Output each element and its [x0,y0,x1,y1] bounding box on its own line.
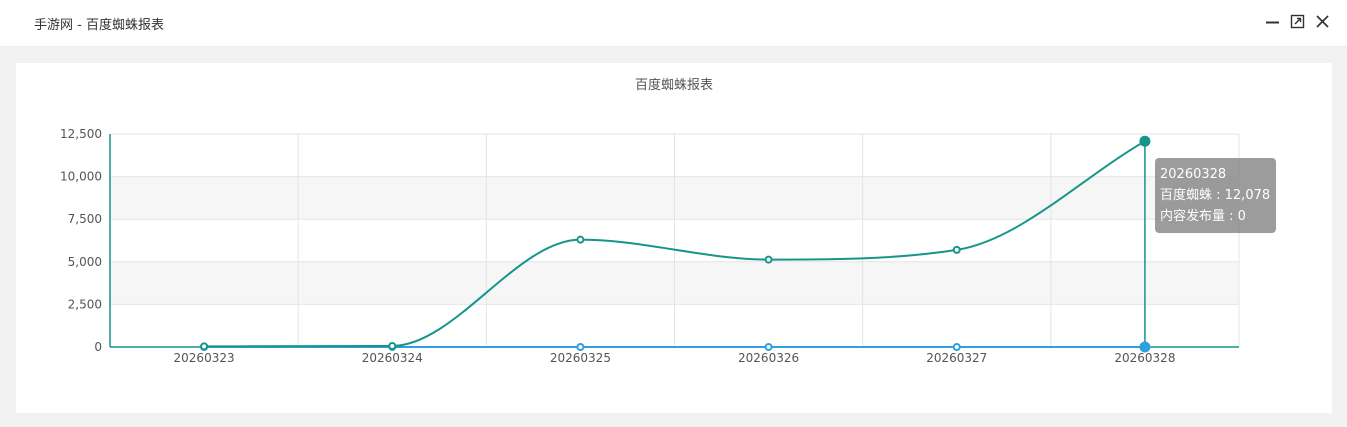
grid-lines [110,133,1240,348]
y-tick-label: 12,500 [60,127,102,141]
x-tick-label: 20260328 [1114,351,1175,365]
chart-panel: 0 2,500 5,000 7,500 10,000 12,500 20260323 2026… [16,63,1332,413]
y-tick-label: 7,500 [68,212,102,226]
tooltip-row-content: 内容发布量 : 0 [1160,209,1246,224]
series-1-point [952,343,961,351]
series-group [200,135,1151,353]
tick-labels: 0 2,500 5,000 7,500 10,000 12,500 20260323 2026… [60,127,1175,365]
x-tick-label: 20260323 [174,351,235,365]
series-0-point [952,245,961,254]
series-1-point [576,343,585,351]
series-1-point [1139,341,1151,353]
x-tick-label: 20260325 [550,351,611,365]
series-1-point [764,343,773,351]
window-title: 手游网 - 百度蜘蛛报表 [34,18,164,33]
series-0-point [388,341,397,350]
y-tick-label: 5,000 [68,255,102,269]
window-titlebar: 手游网 - 百度蜘蛛报表 [0,0,1347,47]
close-icon [1316,15,1329,28]
minimize-icon [1266,21,1279,24]
y-tick-label: 2,500 [68,297,102,311]
series-0-point [576,235,585,244]
tooltip-row-spider: 百度蜘蛛 : 12,078 [1160,188,1271,203]
chart-title: 百度蜘蛛报表 [635,77,713,93]
x-tick-label: 20260324 [362,351,423,365]
series-0-point [764,255,773,264]
chart-tooltip: 20260328 百度蜘蛛 : 12,078 内容发布量 : 0 [1155,158,1277,233]
tooltip-header: 20260328 [1160,167,1227,182]
x-tick-label: 20260326 [738,351,799,365]
y-tick-label: 0 [94,340,102,354]
close-button[interactable] [1312,11,1334,33]
series-0-point [200,342,209,351]
line-chart: 0 2,500 5,000 7,500 10,000 12,500 20260323 2026… [60,77,1240,365]
y-tick-label: 10,000 [60,170,102,184]
minimize-button[interactable] [1262,11,1284,33]
series-0-point [1139,135,1151,147]
x-tick-label: 20260327 [926,351,987,365]
maximize-icon [1290,14,1305,29]
maximize-button[interactable] [1287,11,1309,33]
